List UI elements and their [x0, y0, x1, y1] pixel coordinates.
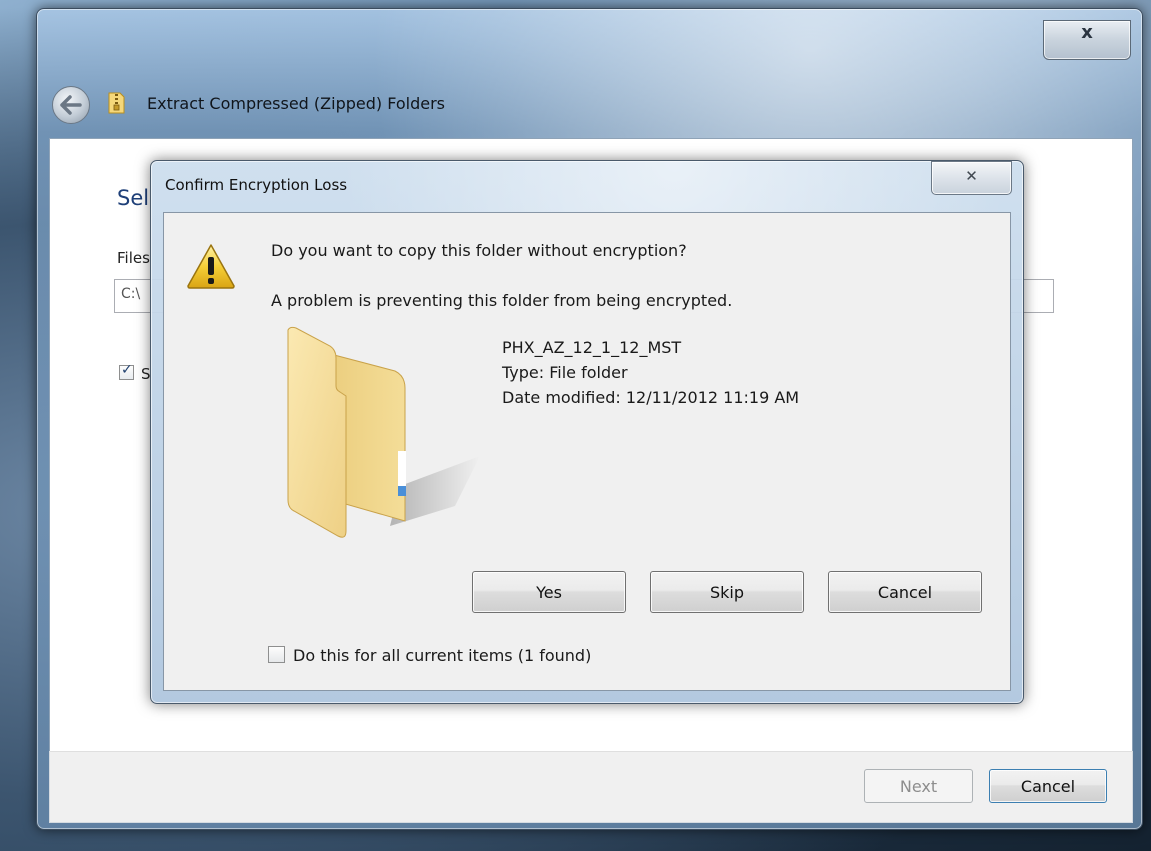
- apply-to-all-checkbox[interactable]: [268, 646, 285, 663]
- file-name: PHX_AZ_12_1_12_MST: [502, 338, 682, 357]
- dialog-body: Do you want to copy this folder without …: [163, 212, 1011, 691]
- dialog-problem-text: A problem is preventing this folder from…: [271, 291, 733, 310]
- wizard-title: Extract Compressed (Zipped) Folders: [147, 94, 445, 113]
- confirm-encryption-loss-dialog: Confirm Encryption Loss ✕ Do you want to…: [150, 160, 1024, 704]
- close-icon: x: [1081, 22, 1093, 43]
- dialog-title: Confirm Encryption Loss: [165, 176, 348, 194]
- checkmark-icon: ✓: [121, 362, 133, 378]
- next-button[interactable]: Next: [864, 769, 973, 803]
- warning-icon: [187, 244, 235, 289]
- yes-button[interactable]: Yes: [472, 571, 626, 613]
- back-arrow-icon: [60, 95, 82, 115]
- wizard-heading: Sel: [117, 186, 150, 210]
- back-button[interactable]: [52, 86, 90, 124]
- files-label: Files: [117, 249, 150, 267]
- dialog-question: Do you want to copy this folder without …: [271, 241, 687, 260]
- zip-folder-icon: [108, 92, 125, 114]
- file-date-modified: Date modified: 12/11/2012 11:19 AM: [502, 388, 800, 407]
- wizard-close-button[interactable]: x: [1043, 20, 1131, 60]
- apply-to-all-label[interactable]: Do this for all current items (1 found): [293, 646, 591, 665]
- dialog-close-button[interactable]: ✕: [931, 161, 1012, 195]
- close-icon: ✕: [965, 167, 978, 185]
- file-type: Type: File folder: [502, 363, 628, 382]
- wizard-cancel-button[interactable]: Cancel: [989, 769, 1107, 803]
- dialog-cancel-button[interactable]: Cancel: [828, 571, 982, 613]
- folder-icon: [287, 326, 480, 538]
- wizard-footer: Next Cancel: [49, 751, 1133, 823]
- show-extracted-checkbox[interactable]: ✓: [119, 362, 134, 380]
- skip-button[interactable]: Skip: [650, 571, 804, 613]
